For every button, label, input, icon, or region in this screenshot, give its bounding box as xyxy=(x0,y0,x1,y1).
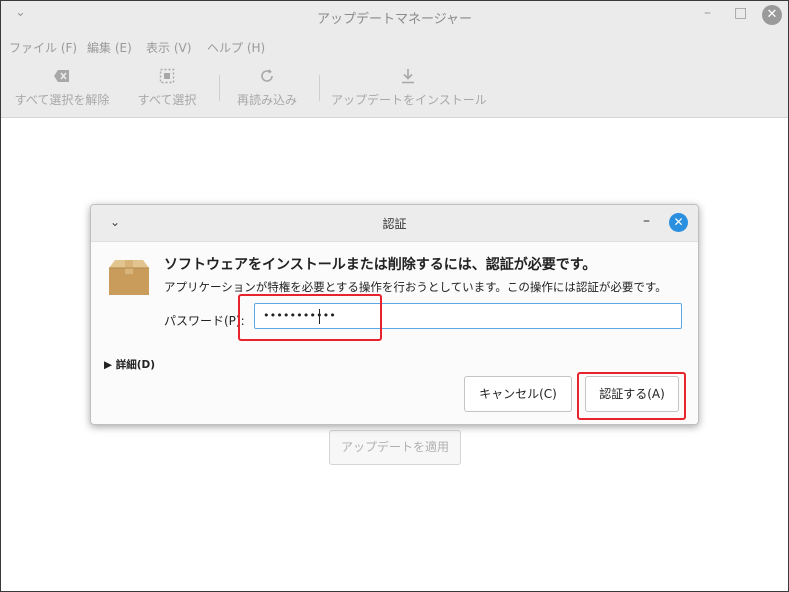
menu-view[interactable]: 表示 (V) xyxy=(146,39,191,56)
close-window-button[interactable]: ✕ xyxy=(762,5,782,25)
menu-file[interactable]: ファイル (F) xyxy=(9,39,77,56)
dialog-heading: ソフトウェアをインストールまたは削除するには、認証が必要です。 xyxy=(164,257,597,273)
details-label: 詳細(D) xyxy=(115,359,156,371)
dialog-titlebar: ⌄ 認証 – ✕ xyxy=(91,205,698,242)
dialog-minimize-button[interactable]: – xyxy=(643,213,650,229)
window-titlebar: ⌄ アップデートマネージャー – □ ✕ xyxy=(1,1,788,32)
toolbar-separator xyxy=(219,75,220,101)
select-all-icon xyxy=(133,68,201,88)
window-title: アップデートマネージャー xyxy=(316,12,473,27)
password-label: パスワード(P): xyxy=(164,314,245,328)
reload-icon xyxy=(232,68,302,88)
menu-help[interactable]: ヘルプ (H) xyxy=(207,39,265,56)
maximize-button[interactable]: □ xyxy=(734,5,747,21)
dialog-description: アプリケーションが特権を必要とする操作を行おうとしています。この操作には認証が必… xyxy=(164,280,667,294)
menu-bar: ファイル (F) 編集 (E) 表示 (V) ヘルプ (H) xyxy=(1,32,788,60)
install-updates-label: アップデートをインストール xyxy=(331,93,487,107)
expander-triangle-icon: ▶ xyxy=(104,359,113,371)
toolbar: すべて選択を解除 すべて選択 再読み込み アップデートをインストール xyxy=(1,60,788,118)
password-highlight-box xyxy=(238,294,382,341)
clear-icon xyxy=(11,68,113,88)
menu-edit[interactable]: 編集 (E) xyxy=(87,39,132,56)
apply-updates-button[interactable]: アップデートを適用 xyxy=(329,430,461,465)
reload-label: 再読み込み xyxy=(236,93,297,107)
minimize-button[interactable]: – xyxy=(704,5,711,21)
install-updates-button[interactable]: アップデートをインストール xyxy=(331,68,487,112)
dialog-title: 認証 xyxy=(382,217,407,231)
package-icon xyxy=(107,257,151,297)
select-all-button[interactable]: すべて選択 xyxy=(133,68,201,112)
authenticate-highlight-box xyxy=(577,372,686,420)
details-expander[interactable]: ▶ 詳細(D) xyxy=(104,357,155,372)
clear-selection-label: すべて選択を解除 xyxy=(14,93,110,107)
select-all-label: すべて選択 xyxy=(137,93,197,107)
dialog-close-button[interactable]: ✕ xyxy=(669,213,688,232)
cancel-button[interactable]: キャンセル(C) xyxy=(464,376,572,412)
toolbar-separator xyxy=(319,75,320,101)
reload-button[interactable]: 再読み込み xyxy=(232,68,302,112)
download-icon xyxy=(331,68,485,88)
clear-selection-button[interactable]: すべて選択を解除 xyxy=(11,68,113,112)
